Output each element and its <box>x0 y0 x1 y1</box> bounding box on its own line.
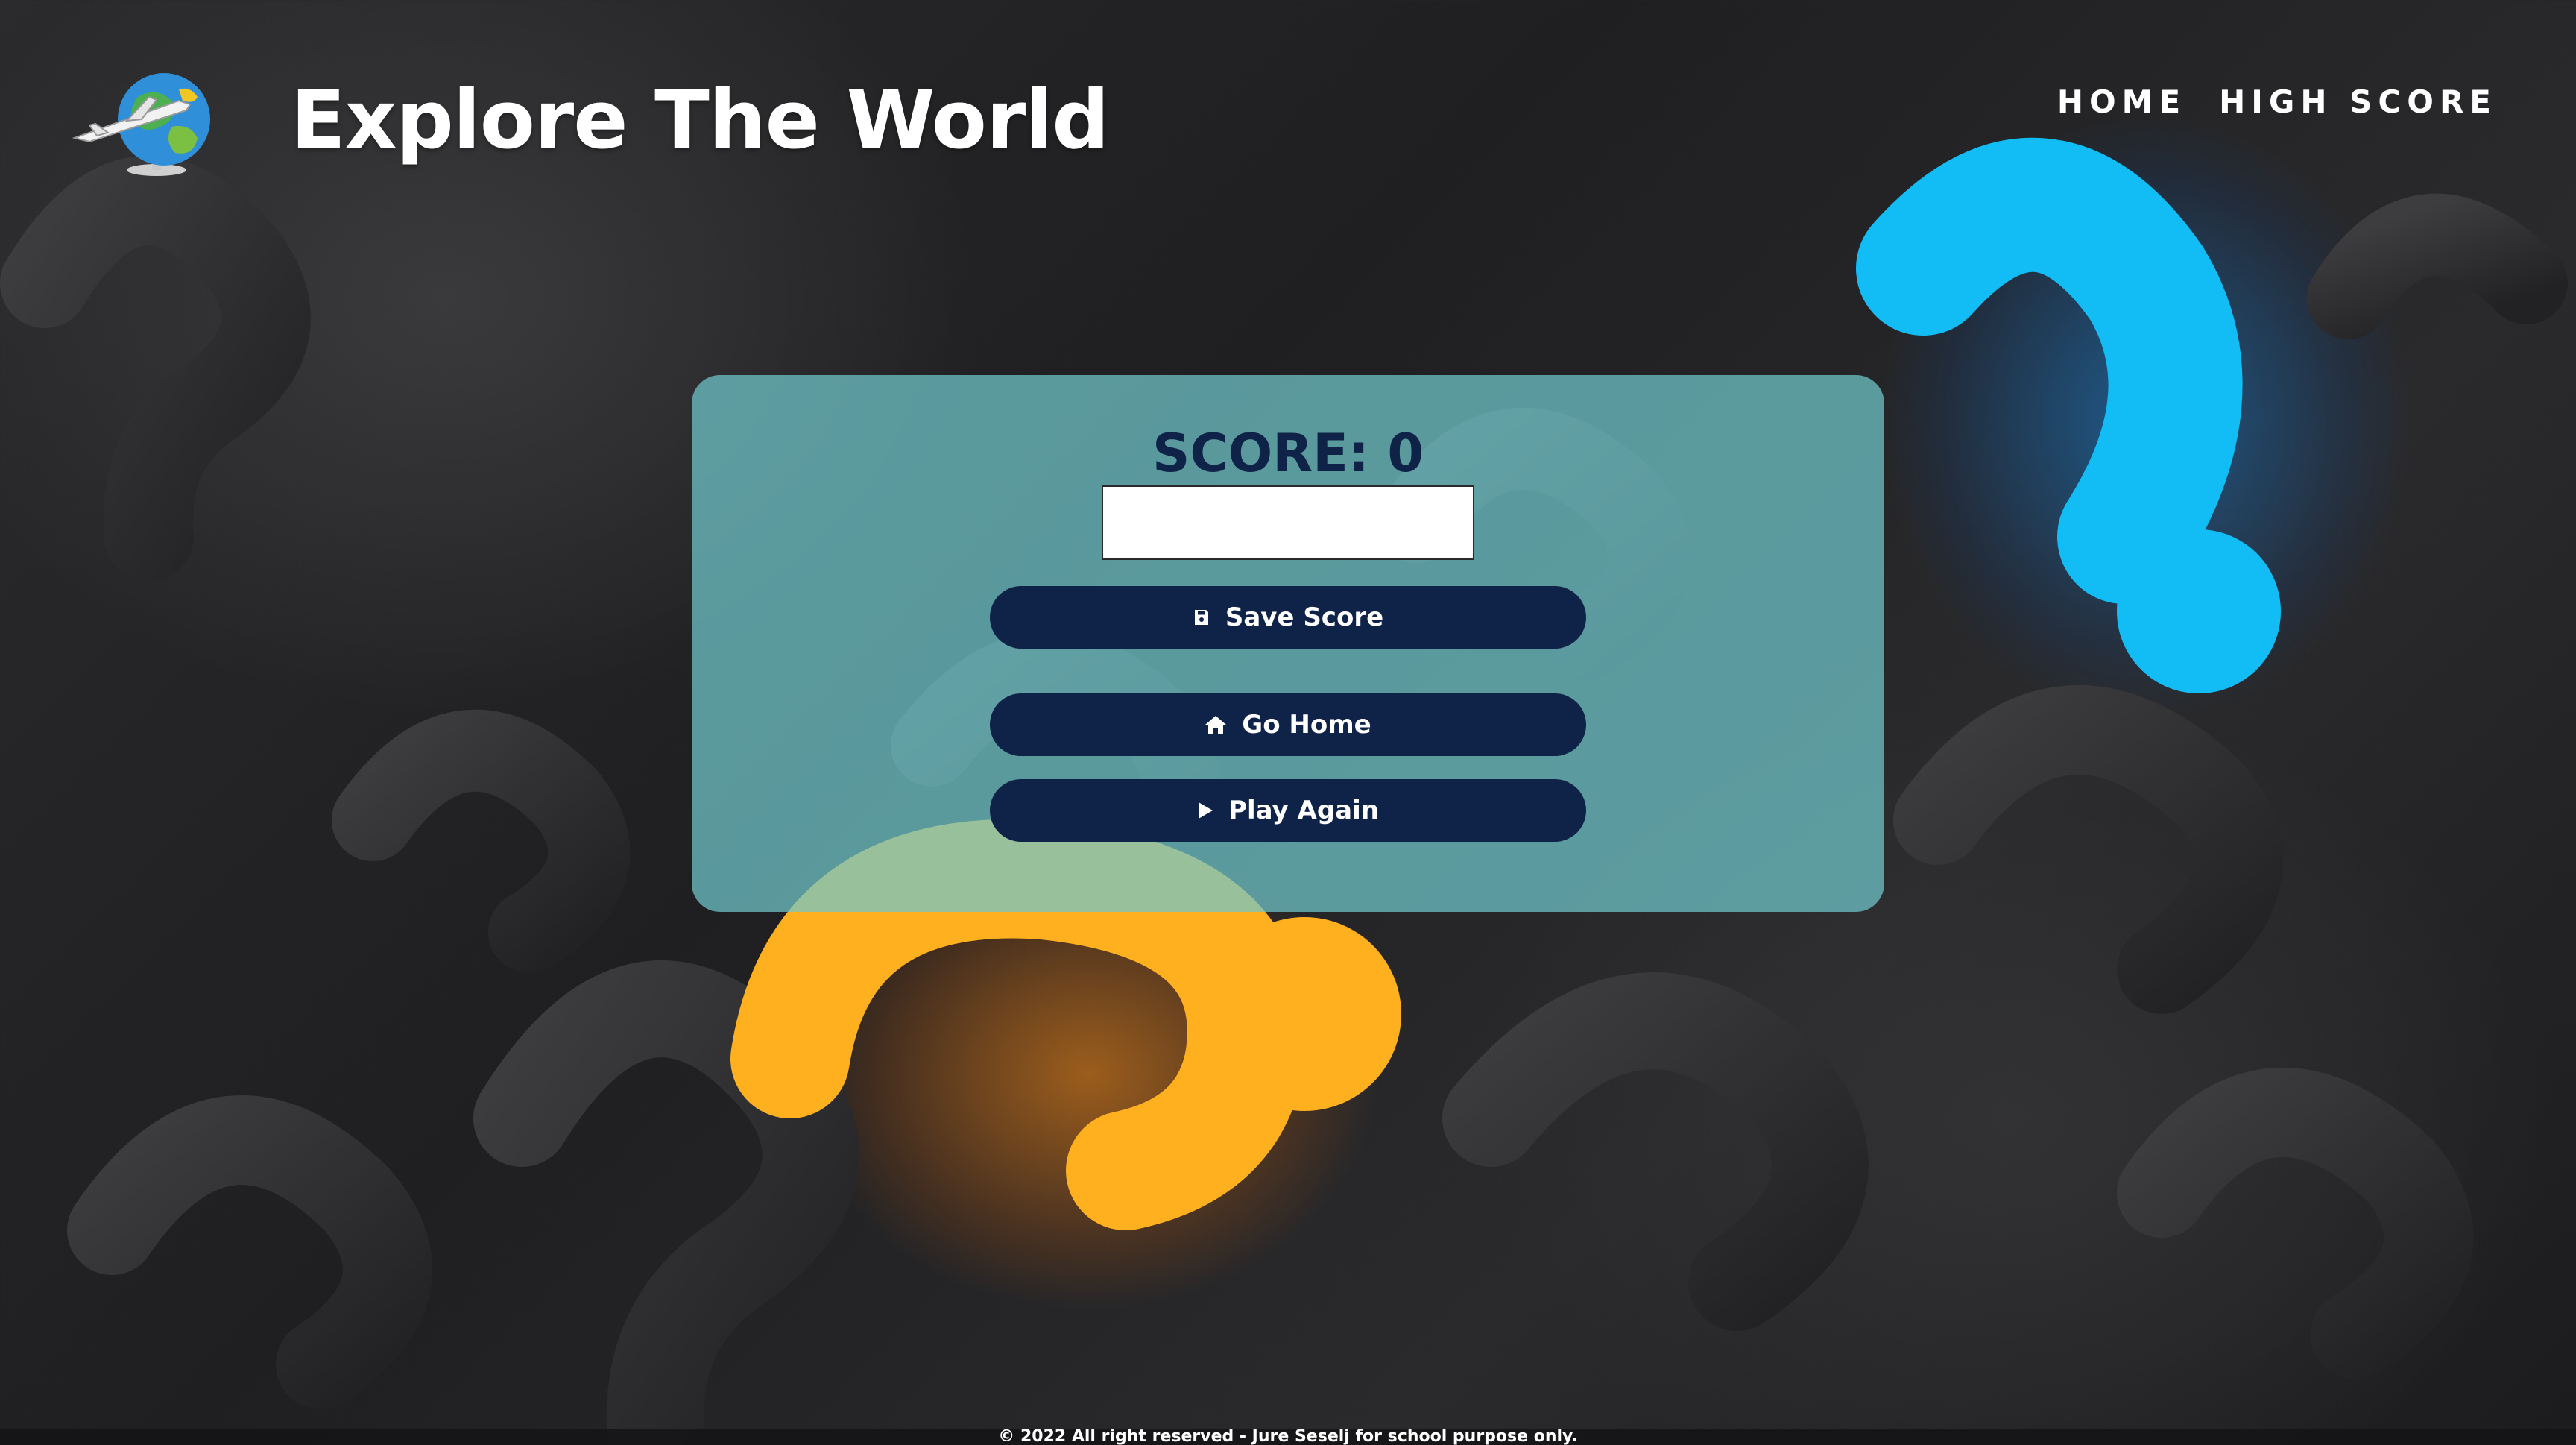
floppy-disk-icon <box>1193 608 1210 626</box>
logo-icon <box>72 73 210 176</box>
save-score-label: Save Score <box>1225 602 1384 632</box>
nav-high-score-link[interactable]: HIGH SCORE <box>2219 84 2497 120</box>
play-icon <box>1197 802 1213 819</box>
username-input[interactable] <box>1102 485 1474 560</box>
end-game-panel: SCORE: 0 Save Score Go Home Play Again <box>692 375 1884 912</box>
go-home-button[interactable]: Go Home <box>990 693 1586 756</box>
main-nav: HOME HIGH SCORE <box>2057 84 2497 120</box>
go-home-label: Go Home <box>1242 710 1371 740</box>
blue-question-mark <box>1856 137 2281 693</box>
nav-home-link[interactable]: HOME <box>2057 84 2186 120</box>
play-again-label: Play Again <box>1228 796 1379 825</box>
home-icon <box>1205 715 1227 734</box>
play-again-button[interactable]: Play Again <box>990 779 1586 842</box>
site-title: Explore The World <box>291 74 1110 167</box>
globe-airplane-logo[interactable] <box>67 67 224 179</box>
save-score-button[interactable]: Save Score <box>990 586 1586 649</box>
orange-question-mark <box>730 819 1401 1230</box>
copyright-text: © 2022 All right reserved - Jure Seselj … <box>998 1427 1578 1445</box>
footer: © 2022 All right reserved - Jure Seselj … <box>0 1429 2576 1445</box>
final-score: SCORE: 0 <box>1152 423 1424 484</box>
